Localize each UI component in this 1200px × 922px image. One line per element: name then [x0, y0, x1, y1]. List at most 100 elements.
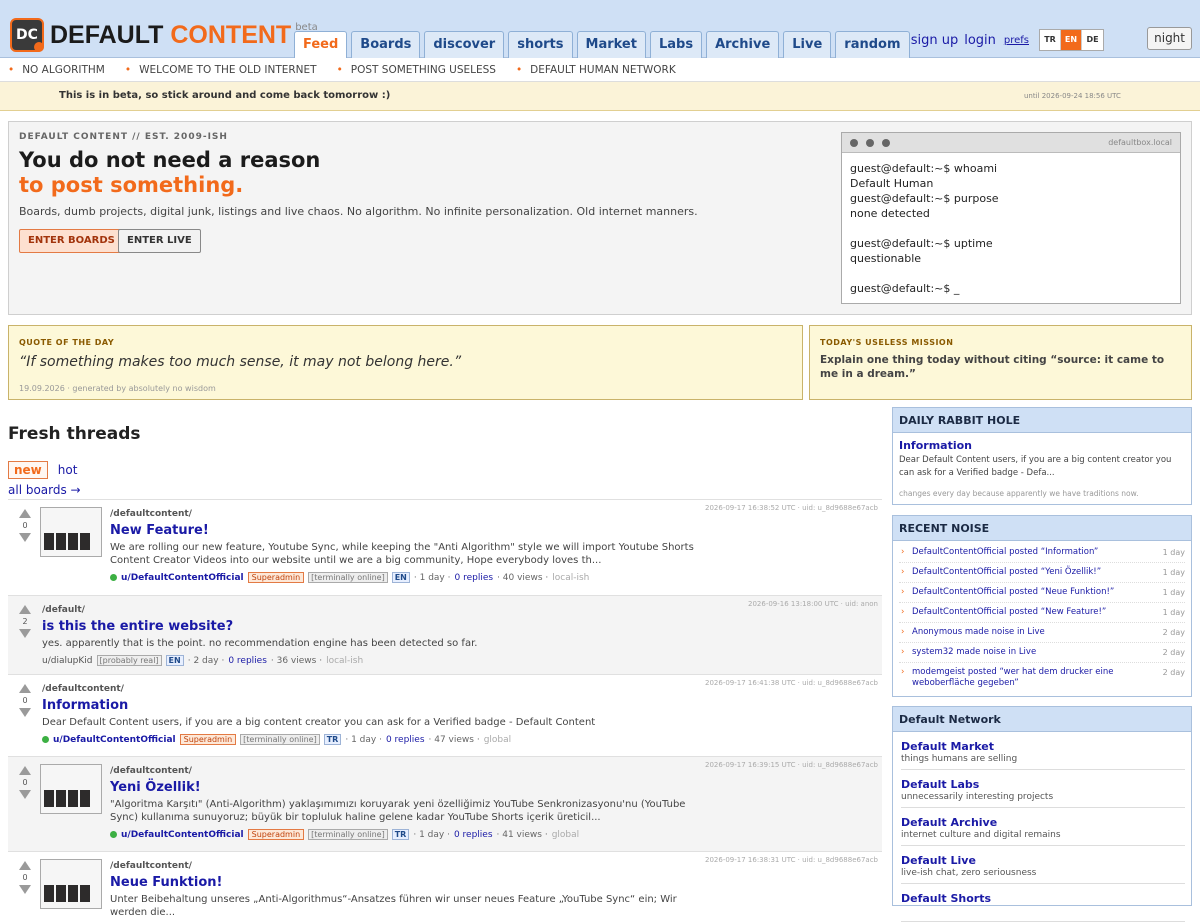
list-item[interactable]: modemgeist posted “wer hat dem drucker e… [899, 663, 1185, 693]
vote-widget: 0 [18, 509, 32, 542]
network-item[interactable]: Default Market things humans are selling [901, 732, 1185, 770]
replies-link[interactable]: 0 replies [454, 573, 493, 583]
enter-boards-button[interactable]: ENTER BOARDS [19, 229, 124, 253]
thread-author[interactable]: u/DefaultContentOfficial [121, 573, 244, 583]
terminal-host: defaultbox.local [1108, 138, 1172, 147]
network-name[interactable]: Default Labs [901, 778, 1185, 791]
tab-shorts[interactable]: shorts [508, 31, 573, 58]
noise-ago: 1 day [1162, 588, 1185, 597]
views-count: · 40 views · [497, 572, 549, 583]
tab-random[interactable]: random [835, 31, 910, 58]
thread-body: /defaultcontent/ Yeni Özellik! "Algoritm… [110, 766, 710, 840]
thread-thumbnail[interactable] [40, 764, 102, 814]
terminal-titlebar: defaultbox.local [842, 133, 1180, 153]
all-boards-link[interactable]: all boards → [8, 483, 81, 497]
thread-title[interactable]: New Feature! [110, 523, 710, 538]
thread-snippet: yes. apparently that is the point. no re… [42, 638, 478, 649]
hero-title-line1: You do not need a reason [19, 148, 321, 172]
tab-live[interactable]: Live [783, 31, 832, 58]
lang-de[interactable]: DE [1082, 30, 1103, 50]
thread-board[interactable]: /defaultcontent/ [110, 509, 710, 519]
noise-text[interactable]: system32 made noise in Live [912, 647, 1036, 657]
replies-link[interactable]: 0 replies [454, 830, 493, 840]
downvote-icon[interactable] [19, 708, 31, 717]
list-item[interactable]: DefaultContentOfficial posted “Yeni Özel… [899, 563, 1185, 583]
thread-title[interactable]: is this the entire website? [42, 619, 682, 634]
replies-link[interactable]: 0 replies [386, 735, 425, 745]
rabbit-hole-desc: Dear Default Content users, if you are a… [899, 455, 1172, 478]
downvote-icon[interactable] [19, 533, 31, 542]
noise-text[interactable]: Anonymous made noise in Live [912, 627, 1045, 637]
network-name[interactable]: Default Shorts [901, 892, 1185, 905]
lang-en[interactable]: EN [1061, 30, 1082, 50]
status-badge: [probably real] [96, 655, 162, 666]
tab-archive[interactable]: Archive [706, 31, 780, 58]
thread-board[interactable]: /defaultcontent/ [110, 766, 710, 776]
thread-snippet: Dear Default Content users, if you are a… [42, 717, 596, 728]
network-item[interactable]: Default Shorts [901, 884, 1185, 922]
role-badge: Superadmin [247, 572, 305, 583]
thread-author[interactable]: u/DefaultContentOfficial [53, 735, 176, 745]
tab-discover[interactable]: discover [424, 31, 505, 58]
scope-label: local-ish [552, 572, 590, 583]
tab-labs[interactable]: Labs [649, 31, 703, 58]
network-item[interactable]: Default Archive internet culture and digi… [901, 808, 1185, 846]
replies-link[interactable]: 0 replies [228, 656, 267, 666]
noise-text[interactable]: modemgeist posted “wer hat dem drucker e… [912, 667, 1113, 688]
night-mode-button[interactable]: night [1147, 27, 1192, 50]
enter-live-button[interactable]: ENTER LIVE [118, 229, 201, 253]
downvote-icon[interactable] [19, 629, 31, 638]
thread-title[interactable]: Information [42, 698, 682, 713]
thread-title[interactable]: Neue Funktion! [110, 875, 710, 890]
network-name[interactable]: Default Market [901, 740, 1185, 753]
list-item[interactable]: DefaultContentOfficial posted “Informati… [899, 543, 1185, 563]
list-item[interactable]: DefaultContentOfficial posted “New Featu… [899, 603, 1185, 623]
tab-feed[interactable]: Feed [294, 31, 348, 58]
noise-ago: 2 day [1162, 648, 1185, 657]
sort-hot[interactable]: hot [58, 461, 78, 479]
lang-tr[interactable]: TR [1040, 30, 1061, 50]
thread-timestamp: 2026-09-16 13:18:00 UTC · uid: anon [748, 600, 878, 608]
list-item[interactable]: system32 made noise in Live 2 day [899, 643, 1185, 663]
network-desc: internet culture and digital remains [901, 830, 1061, 840]
network-name[interactable]: Default Live [901, 854, 1185, 867]
thread-author[interactable]: u/dialupKid [42, 656, 93, 666]
list-item[interactable]: DefaultContentOfficial posted “Neue Funk… [899, 583, 1185, 603]
network-item[interactable]: Default Labs unnecessarily interesting pr… [901, 770, 1185, 808]
noise-text[interactable]: DefaultContentOfficial posted “Informati… [912, 547, 1098, 557]
login-link[interactable]: login [964, 33, 996, 48]
upvote-icon[interactable] [19, 861, 31, 870]
downvote-icon[interactable] [19, 885, 31, 894]
thread-thumbnail[interactable] [40, 507, 102, 557]
thread-author[interactable]: u/DefaultContentOfficial [121, 830, 244, 840]
signup-link[interactable]: sign up [911, 33, 959, 48]
network-name[interactable]: Default Archive [901, 816, 1185, 829]
noise-text[interactable]: DefaultContentOfficial posted “Neue Funk… [912, 587, 1114, 597]
tab-market[interactable]: Market [576, 31, 646, 58]
site-logo[interactable]: DC DEFAULT CONTENT beta [10, 18, 318, 52]
noise-text[interactable]: DefaultContentOfficial posted “Yeni Özel… [912, 567, 1101, 577]
role-badge: Superadmin [247, 829, 305, 840]
upvote-icon[interactable] [19, 509, 31, 518]
upvote-icon[interactable] [19, 605, 31, 614]
daily-rabbit-hole: DAILY RABBIT HOLE Information Dear Defau… [892, 407, 1192, 505]
list-item[interactable]: Anonymous made noise in Live 2 day [899, 623, 1185, 643]
terminal-line: none detected [850, 207, 930, 220]
downvote-icon[interactable] [19, 790, 31, 799]
tab-boards[interactable]: Boards [351, 31, 421, 58]
thread-thumbnail[interactable] [40, 859, 102, 909]
thread-board[interactable]: /defaultcontent/ [110, 861, 710, 871]
prefs-link[interactable]: prefs [1004, 35, 1029, 46]
upvote-icon[interactable] [19, 766, 31, 775]
thread-title[interactable]: Yeni Özellik! [110, 780, 710, 795]
quote-title: QUOTE OF THE DAY [19, 338, 115, 347]
thread-board[interactable]: /default/ [42, 605, 682, 615]
network-item[interactable]: Default Live live-ish chat, zero seriousn… [901, 846, 1185, 884]
rabbit-hole-link[interactable]: Information [899, 439, 972, 452]
thread-board[interactable]: /defaultcontent/ [42, 684, 682, 694]
upvote-icon[interactable] [19, 684, 31, 693]
noise-text[interactable]: DefaultContentOfficial posted “New Featu… [912, 607, 1106, 617]
sort-new[interactable]: new [8, 461, 48, 479]
